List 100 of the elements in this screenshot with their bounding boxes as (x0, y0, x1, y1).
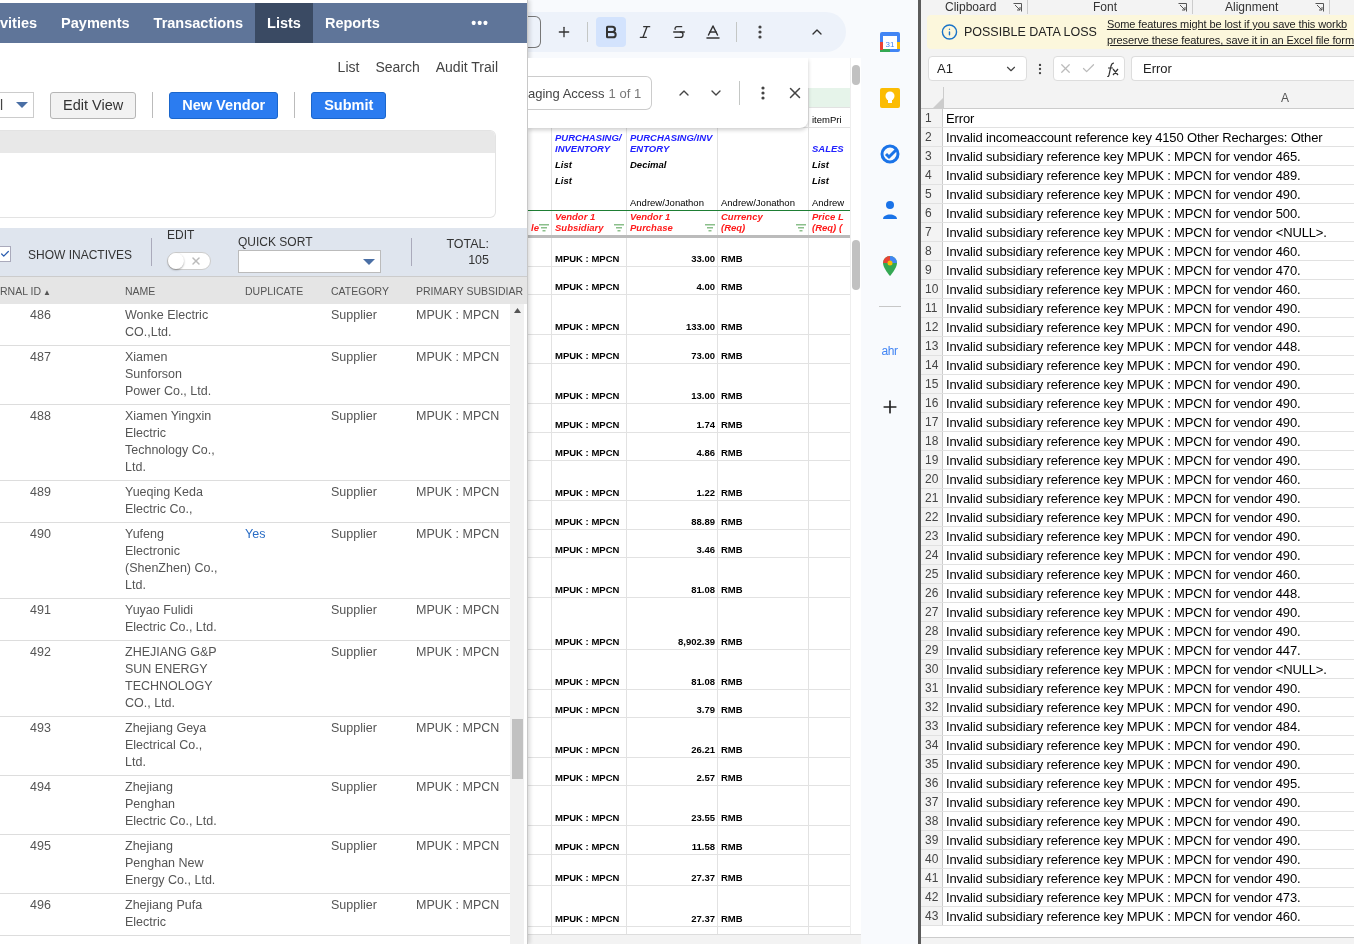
dialog-launcher-icon[interactable] (1013, 2, 1022, 12)
header-link[interactable]: Search (375, 58, 420, 75)
row-number[interactable]: 16 (921, 394, 943, 412)
row-number[interactable]: 1 (921, 109, 943, 127)
row-number[interactable]: 41 (921, 869, 943, 887)
name-box[interactable]: A1 (928, 56, 1027, 81)
nav-tab[interactable]: Reports (312, 3, 392, 43)
row-number[interactable]: 37 (921, 793, 943, 811)
function-icon[interactable] (1104, 60, 1120, 77)
row-number[interactable]: 11 (921, 299, 943, 317)
row-number[interactable]: 24 (921, 546, 943, 564)
row-number[interactable]: 13 (921, 337, 943, 355)
column-header[interactable]: RNAL ID ▲ (0, 284, 125, 297)
row-number[interactable]: 35 (921, 755, 943, 773)
nav-tab[interactable]: Lists (255, 3, 313, 43)
row-number[interactable]: 43 (921, 907, 943, 925)
scrollbar-thumb[interactable] (512, 719, 523, 779)
row-number[interactable]: 18 (921, 432, 943, 450)
row-number[interactable]: 23 (921, 527, 943, 545)
row-number[interactable]: 2 (921, 128, 943, 146)
view-dropdown[interactable]: l (0, 92, 34, 118)
row-number[interactable]: 5 (921, 185, 943, 203)
edit-toggle[interactable] (167, 252, 211, 270)
vendor-name-link[interactable]: Yufeng Electronic (ShenZhen) Co., Ltd. (125, 526, 245, 594)
header-link[interactable]: List (337, 58, 360, 75)
scrollbar[interactable] (850, 58, 861, 934)
vendor-name-link[interactable]: Wonke Electric CO.,Ltd. (125, 307, 245, 341)
vendor-name-link[interactable]: Zhejiang Penghan Electric Co., Ltd. (125, 779, 245, 830)
vendor-name-link[interactable]: Xiamen Yingxin Electric Technology Co., Ltd. (125, 408, 245, 476)
row-number[interactable]: 30 (921, 660, 943, 678)
cancel-icon[interactable] (1058, 61, 1073, 76)
formula-bar[interactable]: Error (1131, 56, 1354, 81)
scrollbar[interactable] (528, 934, 861, 944)
scrollbar-thumb[interactable] (852, 240, 861, 290)
row-number[interactable]: 4 (921, 166, 943, 184)
row-number[interactable]: 8 (921, 242, 943, 260)
scroll-up-icon[interactable] (513, 308, 521, 313)
row-number[interactable]: 38 (921, 812, 943, 830)
nav-tab[interactable]: Payments (49, 3, 142, 43)
dialog-launcher-icon[interactable] (1315, 2, 1324, 12)
row-number[interactable]: 31 (921, 679, 943, 697)
filter-icon[interactable] (614, 224, 624, 232)
calendar-button[interactable]: 31 (871, 24, 908, 60)
row-number[interactable]: 42 (921, 888, 943, 906)
row-number[interactable]: 32 (921, 698, 943, 716)
dialog-launcher-icon[interactable] (1178, 2, 1187, 12)
row-number[interactable]: 36 (921, 774, 943, 792)
scrollbar[interactable] (510, 304, 524, 944)
edit-view-button[interactable]: Edit View (50, 91, 137, 119)
row-number[interactable]: 40 (921, 850, 943, 868)
row-number[interactable]: 21 (921, 489, 943, 507)
filter-icon[interactable] (705, 224, 715, 232)
filter-icon[interactable] (539, 224, 549, 232)
column-header[interactable]: CATEGORY (331, 284, 416, 297)
column-header[interactable]: DUPLICATE (245, 284, 331, 297)
add-on-button[interactable]: ahr (871, 333, 908, 369)
quick-sort-dropdown[interactable] (238, 250, 381, 273)
row-number[interactable]: 10 (921, 280, 943, 298)
primary-button[interactable]: Submit (311, 91, 387, 119)
row-number[interactable]: 22 (921, 508, 943, 526)
primary-button[interactable]: New Vendor (169, 91, 279, 119)
row-number[interactable]: 34 (921, 736, 943, 754)
row-number[interactable]: 25 (921, 565, 943, 583)
row-number[interactable]: 19 (921, 451, 943, 469)
row-number[interactable]: 7 (921, 223, 943, 241)
nav-tab[interactable]: vities (0, 3, 50, 43)
vendor-name-link[interactable]: Xiamen Sunforson Power Co., Ltd. (125, 349, 245, 400)
row-number[interactable]: 29 (921, 641, 943, 659)
row-number[interactable]: 28 (921, 622, 943, 640)
show-inactives-checkbox[interactable] (0, 246, 11, 262)
row-number[interactable]: 14 (921, 356, 943, 374)
bold-button[interactable] (596, 17, 626, 47)
more-menu[interactable]: ••• (471, 3, 489, 43)
row-number[interactable]: 27 (921, 603, 943, 621)
row-number[interactable]: 39 (921, 831, 943, 849)
row-number[interactable]: 15 (921, 375, 943, 393)
vendor-name-link[interactable]: ZHEJIANG G&P SUN ENERGY TECHNOLOGY CO., Ltd. (125, 644, 245, 712)
column-header[interactable]: NAME (125, 284, 245, 297)
row-number[interactable]: 17 (921, 413, 943, 431)
row-number[interactable]: 6 (921, 204, 943, 222)
row-number[interactable]: 20 (921, 470, 943, 488)
row-number[interactable]: 9 (921, 261, 943, 279)
table-cell-text: RMB (720, 703, 744, 717)
vendor-name-link[interactable]: Zhejiang Pufa Electric (125, 897, 245, 931)
row-number[interactable]: 12 (921, 318, 943, 336)
filter-icon[interactable] (796, 224, 806, 232)
row-number[interactable]: 26 (921, 584, 943, 602)
vendor-name-link[interactable]: Yueqing Keda Electric Co., (125, 484, 245, 518)
font-size-field[interactable] (528, 16, 541, 48)
scrollbar-thumb[interactable] (852, 65, 861, 85)
header-link[interactable]: Audit Trail (435, 58, 498, 75)
vendor-name-link[interactable]: Zhejiang Penghan New Energy Co., Ltd. (125, 838, 245, 889)
vendor-name-link[interactable]: Zhejiang Geya Electrical Co., Ltd. (125, 720, 245, 771)
vendor-name-link[interactable]: Yuyao Fulidi Electric Co., Ltd. (125, 602, 245, 636)
row-number[interactable]: 3 (921, 147, 943, 165)
row-number[interactable]: 33 (921, 717, 943, 735)
nav-tab[interactable]: Transactions (141, 3, 256, 43)
message-link[interactable]: Some features might be lost if you save this workb preserve these features, save it in an Excel file form (1106, 16, 1354, 48)
find-field[interactable]: aging Access 1 of 1 (528, 76, 652, 110)
column-header[interactable]: PRIMARY SUBSIDIAR (416, 284, 527, 297)
